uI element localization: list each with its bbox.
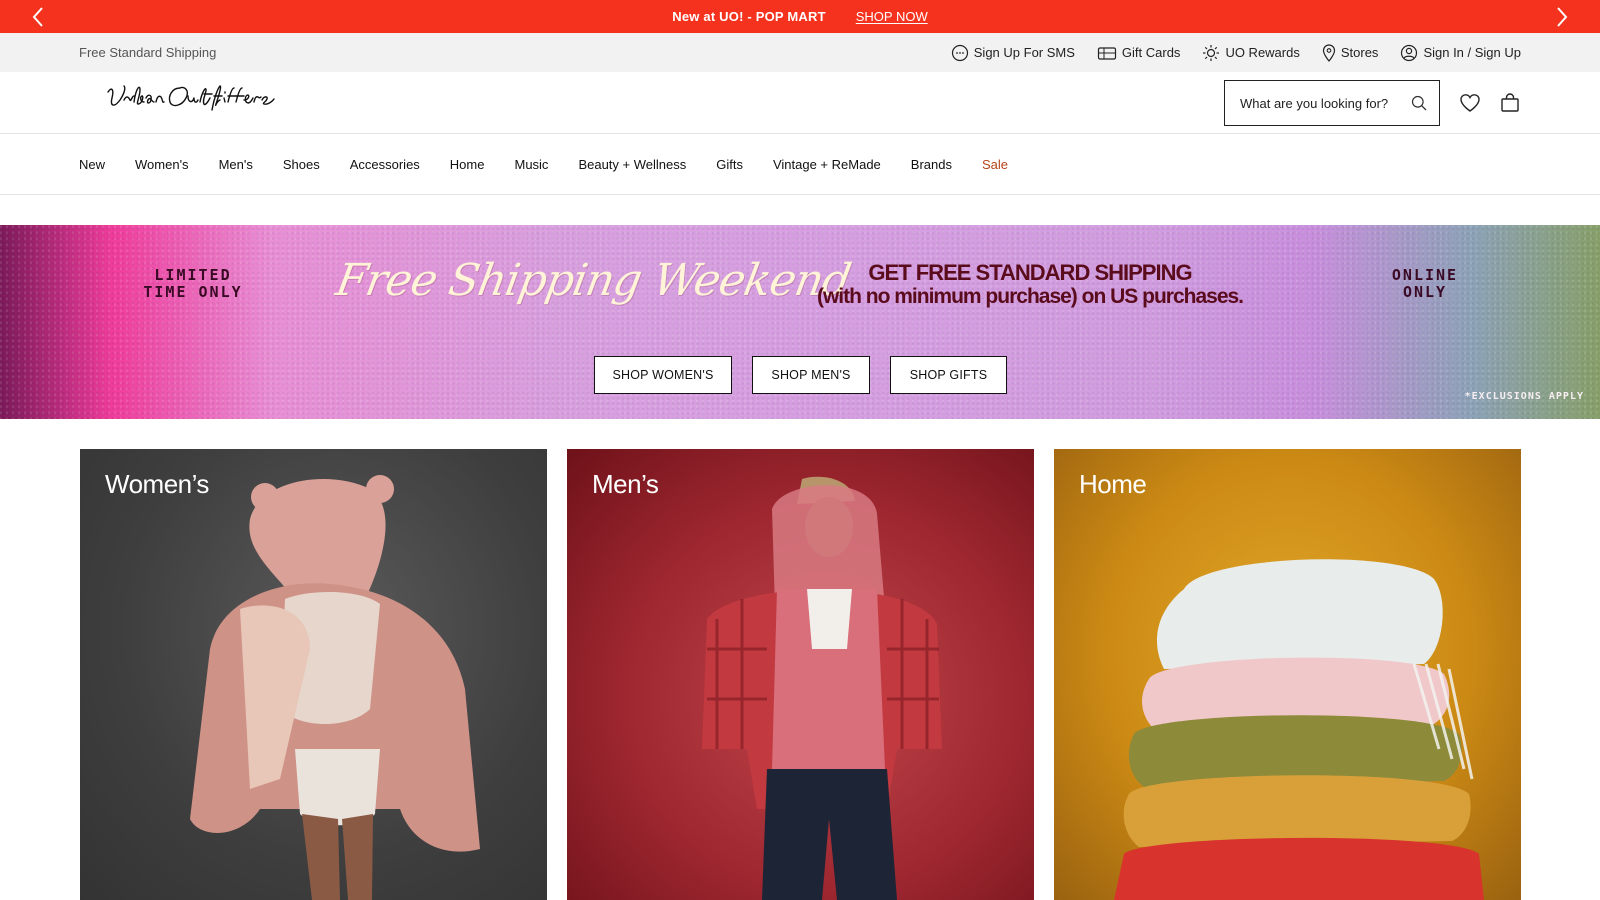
shopping-bag-icon[interactable]	[1497, 90, 1523, 116]
online-only-line1: ONLINE	[1391, 266, 1459, 284]
sms-signup-label: Sign Up For SMS	[973, 45, 1075, 60]
nav-item-mens[interactable]: Men's	[219, 157, 253, 172]
shop-gifts-button[interactable]: SHOP GIFTS	[890, 356, 1007, 394]
womens-model-image	[190, 475, 480, 900]
stores-link[interactable]: Stores	[1322, 43, 1379, 62]
category-title-mens: Men’s	[592, 469, 659, 499]
nav-item-new[interactable]: New	[79, 157, 105, 172]
search-icon[interactable]	[1411, 95, 1427, 111]
search-input[interactable]	[1240, 95, 1400, 111]
utility-links: Sign Up For SMS Gift Cards UO Rewards St…	[951, 33, 1521, 72]
free-shipping-hero-banner[interactable]: LIMITED TIME ONLY Free Shipping Weekend …	[0, 225, 1600, 419]
limited-time-line1: LIMITED	[154, 266, 232, 284]
category-card-womens[interactable]: Women’s	[80, 449, 547, 900]
utility-bar: Free Standard Shipping Sign Up For SMS G…	[0, 33, 1600, 72]
urban-outfitters-logo[interactable]	[104, 78, 294, 126]
online-only-label: ONLINE ONLY	[1375, 267, 1475, 301]
category-cards: Women’s Men’s Home	[80, 449, 1521, 900]
category-title-home: Home	[1079, 469, 1147, 499]
site-header	[0, 72, 1600, 134]
hero-headline-line1: GET FREE STANDARD SHIPPING	[868, 260, 1192, 285]
category-title-womens: Women’s	[105, 469, 209, 499]
category-card-mens[interactable]: Men’s	[567, 449, 1034, 900]
user-icon	[1401, 44, 1418, 61]
sms-signup-link[interactable]: Sign Up For SMS	[951, 44, 1075, 62]
promo-message: New at UO! - POP MART SHOP NOW	[0, 0, 1600, 33]
sun-icon	[1203, 44, 1220, 61]
nav-item-accessories[interactable]: Accessories	[350, 157, 420, 172]
nav-item-home[interactable]: Home	[450, 157, 485, 172]
nav-item-vintage-remade[interactable]: Vintage + ReMade	[773, 157, 881, 172]
main-nav: New Women's Men's Shoes Accessories Home…	[0, 134, 1600, 195]
mens-model-image	[702, 476, 942, 900]
shop-mens-button[interactable]: SHOP MEN'S	[752, 356, 870, 394]
promo-shop-now-link[interactable]: SHOP NOW	[856, 9, 928, 24]
uo-rewards-link[interactable]: UO Rewards	[1202, 44, 1300, 62]
gift-card-icon	[1097, 46, 1117, 60]
nav-item-womens[interactable]: Women's	[135, 157, 189, 172]
nav-item-music[interactable]: Music	[514, 157, 548, 172]
online-only-line2: ONLY	[1402, 283, 1448, 301]
home-blankets-image	[1114, 559, 1484, 900]
chevron-right-icon[interactable]	[1548, 3, 1576, 31]
limited-time-line2: TIME ONLY	[143, 283, 243, 301]
chat-bubble-icon	[951, 44, 968, 61]
category-card-home[interactable]: Home	[1054, 449, 1521, 900]
promo-bar: New at UO! - POP MART SHOP NOW	[0, 0, 1600, 33]
sign-in-label: Sign In / Sign Up	[1423, 45, 1521, 60]
hero-script-title: Free Shipping Weekend	[332, 255, 855, 306]
shop-womens-button[interactable]: SHOP WOMEN'S	[594, 356, 732, 394]
hero-headline-line2: (with no minimum purchase) on US purchas…	[816, 285, 1244, 308]
search-box[interactable]	[1224, 80, 1440, 126]
gift-cards-link[interactable]: Gift Cards	[1097, 45, 1181, 61]
stores-label: Stores	[1340, 45, 1379, 60]
heart-icon[interactable]	[1457, 90, 1483, 116]
nav-item-brands[interactable]: Brands	[911, 157, 952, 172]
hero-buttons: SHOP WOMEN'S SHOP MEN'S SHOP GIFTS	[594, 356, 1007, 394]
uo-rewards-label: UO Rewards	[1225, 45, 1300, 60]
exclusions-note: *EXCLUSIONS APPLY	[1464, 391, 1584, 402]
nav-item-shoes[interactable]: Shoes	[283, 157, 320, 172]
free-shipping-text: Free Standard Shipping	[79, 45, 217, 60]
nav-item-gifts[interactable]: Gifts	[716, 157, 743, 172]
gift-cards-label: Gift Cards	[1121, 45, 1181, 60]
nav-item-sale[interactable]: Sale	[982, 157, 1008, 172]
limited-time-label: LIMITED TIME ONLY	[138, 267, 248, 301]
nav-item-beauty-wellness[interactable]: Beauty + Wellness	[578, 157, 686, 172]
location-pin-icon	[1322, 43, 1335, 62]
sign-in-link[interactable]: Sign In / Sign Up	[1400, 44, 1521, 62]
hero-headline: GET FREE STANDARD SHIPPING (with no mini…	[790, 261, 1270, 309]
nav-list: New Women's Men's Shoes Accessories Home…	[79, 134, 1008, 194]
promo-text: New at UO! - POP MART	[672, 9, 826, 24]
